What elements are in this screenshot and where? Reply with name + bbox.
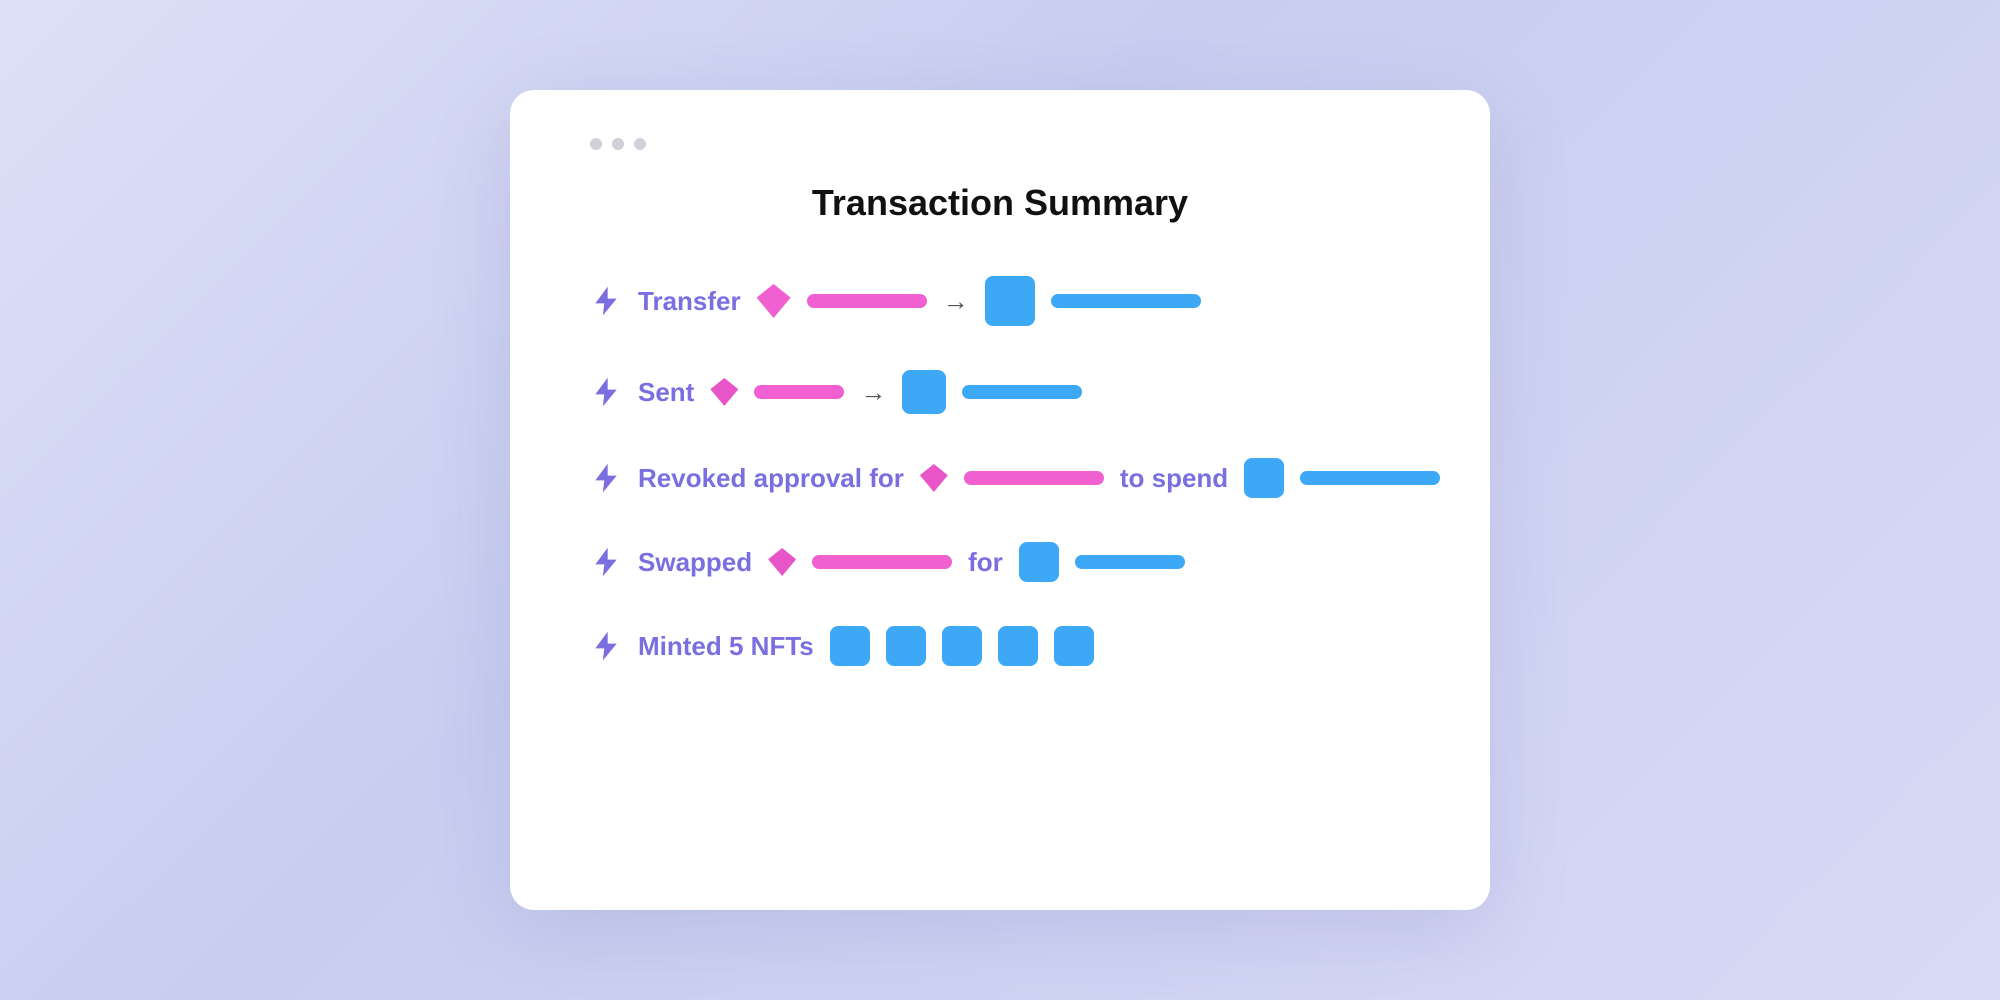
minted-label: Minted 5 NFTs — [638, 631, 814, 662]
transaction-row-sent: Sent → — [590, 370, 1410, 414]
swapped-connector: for — [968, 547, 1003, 578]
sent-to-square — [902, 370, 946, 414]
revoked-spender-pill — [964, 471, 1104, 485]
sent-from-pill — [754, 385, 844, 399]
window-dot-3 — [634, 138, 646, 150]
revoked-label: Revoked approval for — [638, 463, 904, 494]
transfer-arrow: → — [943, 286, 969, 317]
sent-label: Sent — [638, 377, 694, 408]
transaction-row-transfer: Transfer → — [590, 276, 1410, 326]
minted-nft-2 — [886, 626, 926, 666]
transfer-to-square — [985, 276, 1035, 326]
transaction-row-minted: Minted 5 NFTs — [590, 626, 1410, 666]
minted-nft-5 — [1054, 626, 1094, 666]
minted-nft-3 — [942, 626, 982, 666]
revoked-token-square — [1244, 458, 1284, 498]
lightning-icon-revoked — [590, 462, 622, 494]
transactions-list: Transfer → Sent → — [590, 276, 1410, 666]
window-controls — [590, 138, 1410, 150]
minted-nft-1 — [830, 626, 870, 666]
sent-to-pill — [962, 385, 1082, 399]
revoked-token-pill — [1300, 471, 1440, 485]
page-title: Transaction Summary — [590, 182, 1410, 224]
transfer-label: Transfer — [638, 286, 741, 317]
swapped-to-square — [1019, 542, 1059, 582]
swapped-from-gem — [768, 548, 796, 576]
lightning-icon-transfer — [590, 285, 622, 317]
lightning-icon-swapped — [590, 546, 622, 578]
transfer-to-pill — [1051, 294, 1201, 308]
sent-from-gem — [710, 378, 738, 406]
transaction-row-revoked: Revoked approval for to spend — [590, 458, 1410, 498]
transaction-row-swapped: Swapped for — [590, 542, 1410, 582]
revoked-spender-gem — [920, 464, 948, 492]
transfer-from-gem — [757, 284, 791, 318]
minted-nft-4 — [998, 626, 1038, 666]
transaction-card: Transaction Summary Transfer → Sent — [510, 90, 1490, 910]
swapped-label: Swapped — [638, 547, 752, 578]
window-dot-2 — [612, 138, 624, 150]
swapped-to-pill — [1075, 555, 1185, 569]
swapped-from-pill — [812, 555, 952, 569]
lightning-icon-minted — [590, 630, 622, 662]
sent-arrow: → — [860, 377, 886, 408]
lightning-icon-sent — [590, 376, 622, 408]
window-dot-1 — [590, 138, 602, 150]
revoked-connector: to spend — [1120, 463, 1228, 494]
transfer-from-pill — [807, 294, 927, 308]
